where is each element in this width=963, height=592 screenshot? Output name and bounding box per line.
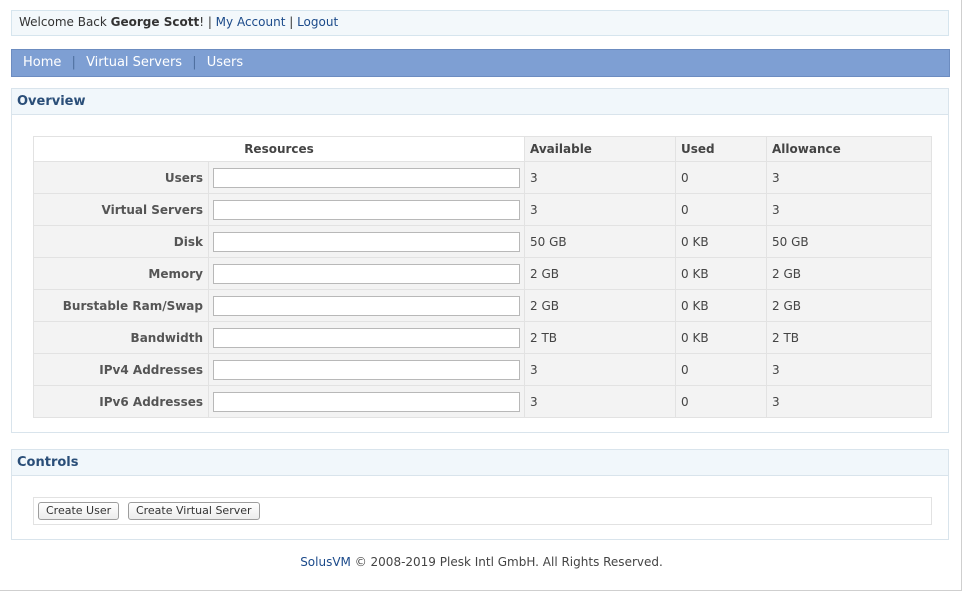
resource-input-cell (208, 353, 525, 386)
footer-brand-link[interactable]: SolusVM (300, 555, 351, 569)
resource-input[interactable] (213, 231, 520, 252)
available-value: 2 GB (524, 289, 676, 322)
resource-input-cell (208, 289, 525, 322)
resource-label: Burstable Ram/Swap (33, 289, 209, 322)
allowance-value: 3 (766, 353, 932, 386)
resource-input-cell (208, 161, 525, 194)
resource-input-cell (208, 385, 525, 418)
table-header-row: Resources Available Used Allowance (33, 136, 932, 162)
resource-label: Bandwidth (33, 321, 209, 354)
available-value: 50 GB (524, 225, 676, 258)
allowance-value: 2 TB (766, 321, 932, 354)
footer: SolusVM © 2008-2019 Plesk Intl GmbH. All… (0, 555, 963, 569)
nav-home[interactable]: Home (23, 55, 61, 70)
used-value: 0 KB (675, 257, 767, 290)
resource-input[interactable] (213, 359, 520, 380)
resource-label: Memory (33, 257, 209, 290)
used-value: 0 (675, 353, 767, 386)
controls-panel: Controls Create User Create Virtual Serv… (11, 449, 949, 540)
resource-input[interactable] (213, 391, 520, 412)
resource-input[interactable] (213, 199, 520, 220)
header-divider: | (285, 15, 298, 29)
used-value: 0 (675, 385, 767, 418)
resource-label: Disk (33, 225, 209, 258)
resource-label: IPv6 Addresses (33, 385, 209, 418)
nav-separator: | (192, 55, 197, 70)
resource-input[interactable] (213, 167, 520, 188)
welcome-text: Welcome Back (19, 15, 111, 29)
allowance-value: 50 GB (766, 225, 932, 258)
table-row: IPv4 Addresses 3 0 3 (33, 353, 932, 386)
allowance-value: 2 GB (766, 257, 932, 290)
col-used: Used (675, 136, 767, 162)
controls-title: Controls (12, 450, 948, 476)
col-allowance: Allowance (766, 136, 932, 162)
overview-panel: Overview Resources Available Used Allowa… (11, 88, 949, 433)
footer-copyright: © 2008-2019 Plesk Intl GmbH. All Rights … (350, 555, 663, 569)
used-value: 0 KB (675, 321, 767, 354)
user-name: George Scott (110, 15, 200, 29)
used-value: 0 (675, 193, 767, 226)
resources-table: Resources Available Used Allowance Users… (33, 136, 932, 418)
table-row: Memory 2 GB 0 KB 2 GB (33, 257, 932, 290)
main-nav: Home | Virtual Servers | Users (11, 49, 950, 77)
resource-input-cell (208, 225, 525, 258)
table-row: Virtual Servers 3 0 3 (33, 193, 932, 226)
used-value: 0 KB (675, 289, 767, 322)
resource-label: Users (33, 161, 209, 194)
controls-box: Create User Create Virtual Server (33, 497, 932, 525)
available-value: 2 TB (524, 321, 676, 354)
welcome-suffix: ! | (199, 15, 216, 29)
used-value: 0 (675, 161, 767, 194)
overview-title: Overview (12, 89, 948, 115)
available-value: 3 (524, 193, 676, 226)
allowance-value: 2 GB (766, 289, 932, 322)
table-row: Users 3 0 3 (33, 161, 932, 194)
used-value: 0 KB (675, 225, 767, 258)
resource-input-cell (208, 193, 525, 226)
resource-label: IPv4 Addresses (33, 353, 209, 386)
resource-input[interactable] (213, 295, 520, 316)
welcome-bar: Welcome Back George Scott! | My Account … (11, 10, 949, 36)
available-value: 3 (524, 385, 676, 418)
available-value: 3 (524, 353, 676, 386)
create-virtual-server-button[interactable]: Create Virtual Server (127, 502, 260, 520)
table-row: IPv6 Addresses 3 0 3 (33, 385, 932, 418)
resource-label: Virtual Servers (33, 193, 209, 226)
nav-separator: | (71, 55, 76, 70)
available-value: 3 (524, 161, 676, 194)
allowance-value: 3 (766, 161, 932, 194)
table-row: Bandwidth 2 TB 0 KB 2 TB (33, 321, 932, 354)
available-value: 2 GB (524, 257, 676, 290)
table-row: Burstable Ram/Swap 2 GB 0 KB 2 GB (33, 289, 932, 322)
create-user-button[interactable]: Create User (38, 502, 120, 520)
col-resources: Resources (33, 136, 525, 162)
my-account-link[interactable]: My Account (216, 15, 286, 29)
logout-link[interactable]: Logout (297, 15, 338, 29)
allowance-value: 3 (766, 385, 932, 418)
resource-input[interactable] (213, 263, 520, 284)
table-row: Disk 50 GB 0 KB 50 GB (33, 225, 932, 258)
resource-input-cell (208, 257, 525, 290)
nav-users[interactable]: Users (207, 55, 243, 70)
allowance-value: 3 (766, 193, 932, 226)
nav-virtual-servers[interactable]: Virtual Servers (86, 55, 182, 70)
resource-input-cell (208, 321, 525, 354)
col-available: Available (524, 136, 676, 162)
resource-input[interactable] (213, 327, 520, 348)
